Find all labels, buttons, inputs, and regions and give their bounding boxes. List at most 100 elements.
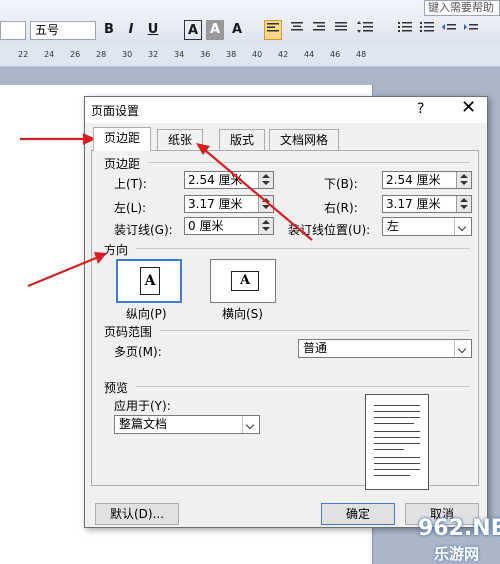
tab-margins[interactable]: 页边距 <box>93 127 152 151</box>
spinner-arrows-icon[interactable] <box>456 196 471 212</box>
ruler-tick: 24 <box>44 50 55 59</box>
align-right-button[interactable] <box>310 20 328 40</box>
ruler-tick: 42 <box>278 50 289 59</box>
chevron-down-icon[interactable] <box>454 218 471 235</box>
landscape-option[interactable]: A <box>210 259 276 303</box>
bottom-margin-value: 2.54 厘米 <box>386 173 441 187</box>
section-divider <box>136 386 470 387</box>
line-spacing-icon <box>357 21 373 33</box>
distribute-icon <box>335 22 347 31</box>
apply-to-label: 应用于(Y): <box>114 399 171 413</box>
ruler-tick: 22 <box>18 50 29 59</box>
font-size-dropdown[interactable]: 五号 <box>30 21 96 40</box>
left-margin-spinner[interactable]: 3.17 厘米 <box>184 195 274 213</box>
watermark-name: 乐游网 <box>434 545 480 563</box>
spinner-arrows-icon[interactable] <box>258 218 273 234</box>
style-dropdown[interactable] <box>0 21 26 40</box>
char-shading-button[interactable]: A <box>206 20 224 40</box>
tab-layout[interactable]: 版式 <box>219 129 266 150</box>
dialog-title: 页面设置 <box>91 104 140 118</box>
align-left-button[interactable] <box>264 20 282 40</box>
numbering-button[interactable] <box>396 20 414 40</box>
help-search-input[interactable]: 键入需要帮助 <box>424 0 500 16</box>
watermark-brand: 962.NET <box>418 516 500 541</box>
page-setup-dialog: 页面设置 ? ✕ 页边距 纸张 版式 文档网格 页边距 上(T): 2.54 厘… <box>84 96 488 528</box>
gutter-position-label: 装订线位置(U): <box>288 223 371 237</box>
horizontal-ruler[interactable]: 22 24 26 28 30 32 34 36 38 40 42 44 46 4… <box>0 44 500 67</box>
gutter-position-select[interactable]: 左 <box>382 217 472 236</box>
decrease-indent-button[interactable] <box>440 20 458 40</box>
ruler-tick: 44 <box>304 50 315 59</box>
spinner-arrows-icon[interactable] <box>258 172 273 188</box>
pages-section-label: 页码范围 <box>104 325 153 339</box>
spinner-arrows-icon[interactable] <box>456 172 471 188</box>
ruler-tick: 28 <box>96 50 107 59</box>
right-margin-spinner[interactable]: 3.17 厘米 <box>382 195 472 213</box>
increase-indent-icon <box>464 24 478 30</box>
tab-document-grid[interactable]: 文档网格 <box>269 129 340 150</box>
italic-button[interactable]: I <box>122 20 140 40</box>
line-spacing-button[interactable] <box>356 20 374 40</box>
underline-button[interactable]: U <box>144 20 162 40</box>
align-center-icon <box>291 22 303 31</box>
ruler-tick: 30 <box>122 50 133 59</box>
top-margin-label: 上(T): <box>114 177 147 191</box>
ruler-tick: 26 <box>70 50 81 59</box>
portrait-label: 纵向(P) <box>126 307 167 321</box>
portrait-page-icon: A <box>140 267 160 295</box>
font-size-value: 五号 <box>35 23 60 37</box>
apply-to-select[interactable]: 整篇文档 <box>114 415 260 434</box>
top-margin-spinner[interactable]: 2.54 厘米 <box>184 171 274 189</box>
apply-to-value: 整篇文档 <box>119 417 168 431</box>
landscape-label: 横向(S) <box>222 307 263 321</box>
landscape-page-icon: A <box>231 271 259 291</box>
multiple-pages-select[interactable]: 普通 <box>298 339 472 358</box>
decrease-indent-icon <box>442 24 456 30</box>
bullets-button[interactable] <box>418 20 436 40</box>
char-border-button[interactable]: A <box>184 20 202 40</box>
align-right-icon <box>313 22 325 31</box>
multiple-pages-label: 多页(M): <box>114 345 162 359</box>
right-margin-label: 右(R): <box>324 201 358 215</box>
gutter-value: 0 厘米 <box>188 219 224 233</box>
close-button[interactable]: ✕ <box>461 97 476 118</box>
bottom-margin-label: 下(B): <box>324 177 358 191</box>
ok-button[interactable]: 确定 <box>321 503 395 525</box>
distribute-button[interactable] <box>332 20 350 40</box>
chevron-down-icon[interactable] <box>454 340 471 357</box>
ruler-tick: 38 <box>226 50 237 59</box>
preview-section-label: 预览 <box>104 381 129 395</box>
align-center-button[interactable] <box>288 20 306 40</box>
preview-page-thumbnail <box>365 394 429 490</box>
section-divider <box>136 248 470 249</box>
ruler-tick: 32 <box>148 50 159 59</box>
gutter-label: 装订线(G): <box>114 223 173 237</box>
gutter-position-value: 左 <box>387 219 400 233</box>
increase-indent-button[interactable] <box>462 20 480 40</box>
top-margin-value: 2.54 厘米 <box>188 173 243 187</box>
default-button[interactable]: 默认(D)... <box>95 503 179 525</box>
help-button[interactable]: ? <box>417 101 424 117</box>
ruler-tick: 48 <box>356 50 367 59</box>
section-divider <box>160 330 470 331</box>
margins-section-label: 页边距 <box>104 157 141 171</box>
char-scale-button[interactable]: A <box>228 20 246 40</box>
bottom-margin-spinner[interactable]: 2.54 厘米 <box>382 171 472 189</box>
bold-button[interactable]: B <box>100 20 118 40</box>
chevron-down-icon[interactable] <box>242 416 259 433</box>
left-margin-label: 左(L): <box>114 201 147 215</box>
gutter-spinner[interactable]: 0 厘米 <box>184 217 274 235</box>
bullets-icon <box>419 21 434 33</box>
portrait-option[interactable]: A <box>116 259 182 303</box>
dialog-titlebar[interactable]: 页面设置 ? ✕ <box>85 97 487 123</box>
site-watermark: 962.NET 乐游网 <box>408 516 500 564</box>
ruler-tick: 46 <box>330 50 341 59</box>
numbering-icon <box>398 22 412 32</box>
left-margin-value: 3.17 厘米 <box>188 197 243 211</box>
spinner-arrows-icon[interactable] <box>258 196 273 212</box>
ruler-tick: 34 <box>174 50 185 59</box>
right-margin-value: 3.17 厘米 <box>386 197 441 211</box>
ruler-tick: 36 <box>200 50 211 59</box>
ruler-tick: 40 <box>252 50 263 59</box>
tab-paper[interactable]: 纸张 <box>157 129 204 150</box>
